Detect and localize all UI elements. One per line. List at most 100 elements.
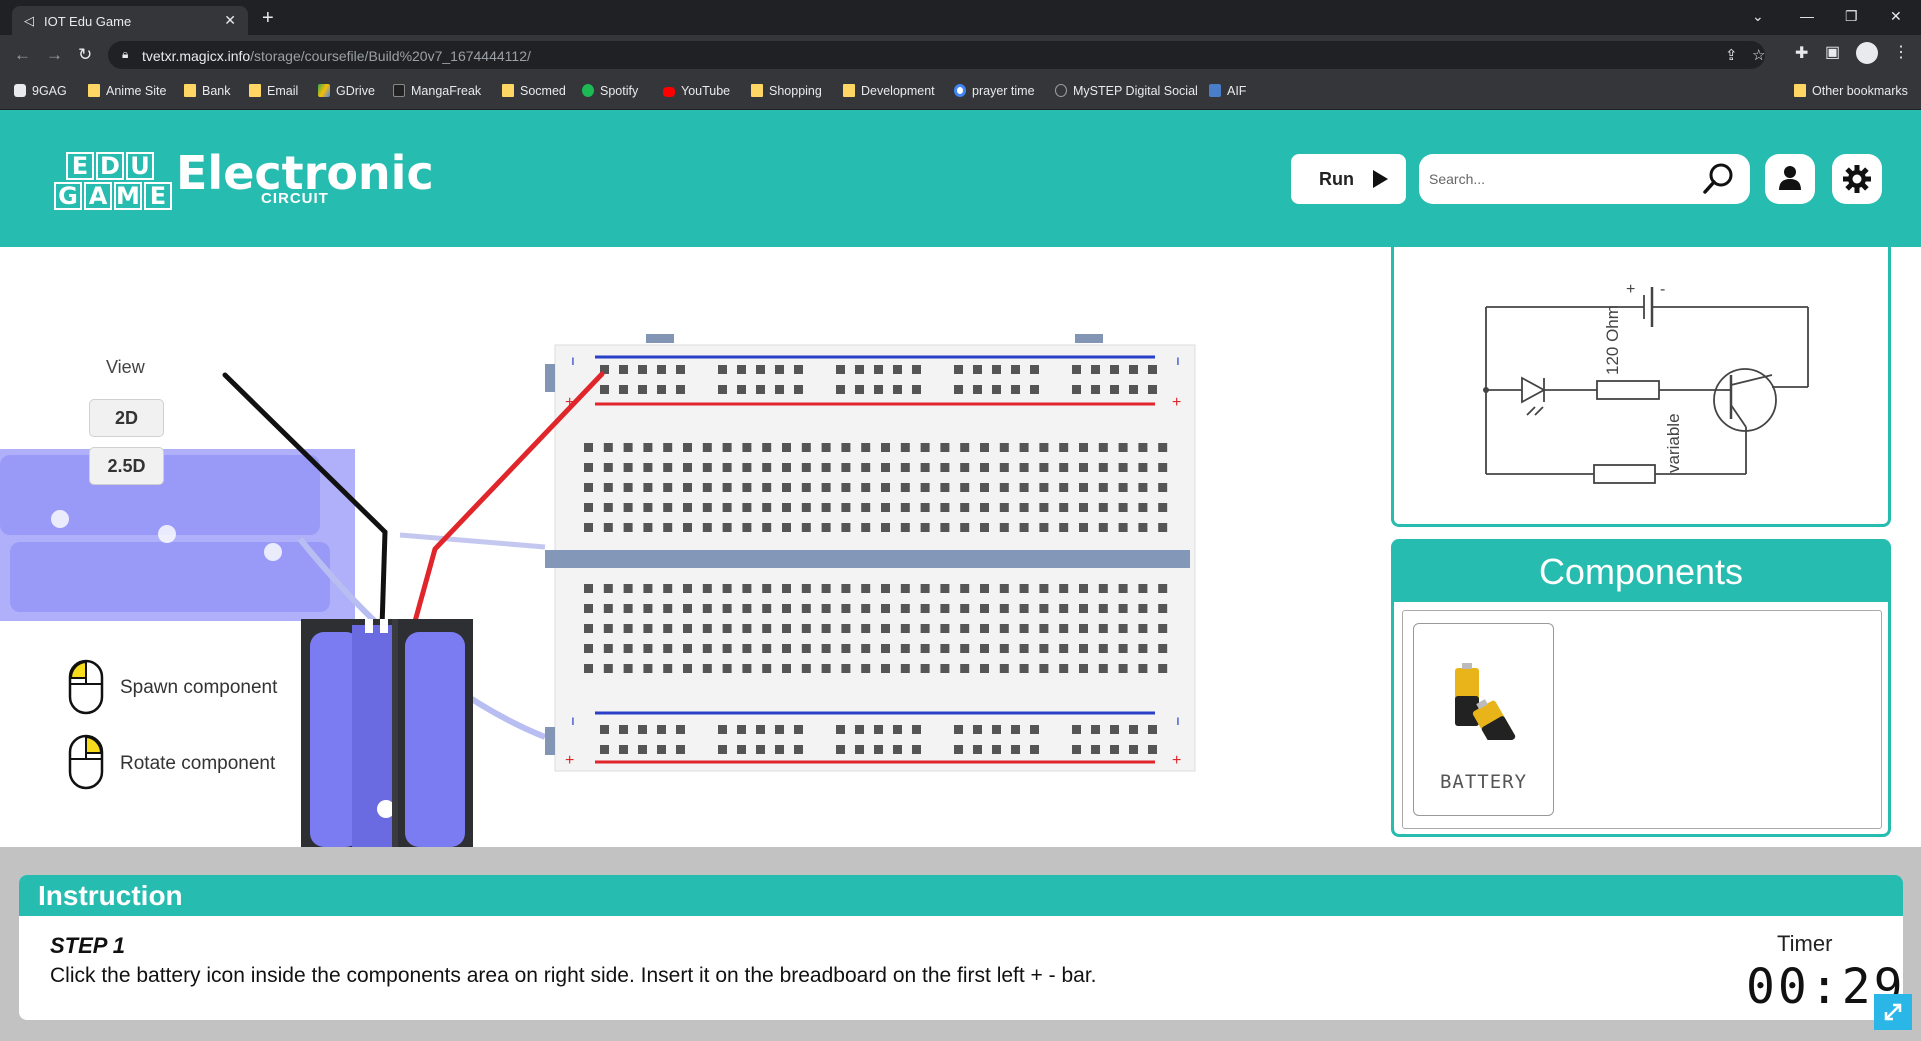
breadboard-hole[interactable] [1059, 584, 1069, 593]
breadboard-hole[interactable] [900, 483, 910, 492]
breadboard-hole[interactable] [676, 745, 685, 754]
breadboard-hole[interactable] [737, 365, 746, 374]
search-input[interactable] [1429, 168, 1689, 190]
breadboard-hole[interactable] [821, 644, 831, 653]
browser-tab[interactable]: ◁ IOT Edu Game ✕ [12, 6, 248, 35]
breadboard-hole[interactable] [600, 385, 609, 394]
breadboard-hole[interactable] [861, 584, 871, 593]
breadboard-hole[interactable] [782, 463, 791, 472]
new-tab-icon[interactable]: + [262, 7, 274, 30]
breadboard-hole[interactable] [861, 483, 871, 492]
breadboard-hole[interactable] [657, 725, 666, 734]
breadboard-hole[interactable] [603, 483, 613, 492]
extensions-icon[interactable]: ✚ [1795, 43, 1808, 63]
breadboard-hole[interactable] [920, 624, 930, 633]
breadboard-hole[interactable] [1011, 365, 1020, 374]
breadboard-hole[interactable] [855, 725, 864, 734]
breadboard-hole[interactable] [762, 604, 772, 613]
breadboard-hole[interactable] [762, 483, 772, 492]
breadboard-hole[interactable] [603, 463, 613, 472]
bookmark-email[interactable]: Email [249, 84, 298, 98]
breadboard-hole[interactable] [1019, 664, 1029, 673]
breadboard-hole[interactable] [940, 664, 950, 673]
breadboard-hole[interactable] [980, 664, 989, 673]
breadboard-hole[interactable] [973, 745, 982, 754]
breadboard-hole[interactable] [940, 584, 950, 593]
breadboard-hole[interactable] [893, 365, 902, 374]
breadboard-hole[interactable] [900, 604, 910, 613]
breadboard-hole[interactable] [742, 503, 752, 512]
breadboard-hole[interactable] [1030, 365, 1039, 374]
breadboard-hole[interactable] [782, 443, 791, 452]
breadboard-hole[interactable] [623, 443, 633, 452]
breadboard-hole[interactable] [801, 584, 811, 593]
breadboard-hole[interactable] [756, 725, 765, 734]
breadboard-hole[interactable] [980, 604, 989, 613]
breadboard-hole[interactable] [881, 523, 890, 532]
breadboard-hole[interactable] [722, 443, 732, 452]
breadboard-hole[interactable] [999, 503, 1009, 512]
breadboard-hole[interactable] [1098, 443, 1108, 452]
bookmark-star-icon[interactable]: ☆ [1752, 46, 1765, 64]
breadboard-hole[interactable] [1138, 483, 1148, 492]
breadboard-hole[interactable] [841, 664, 851, 673]
breadboard-hole[interactable] [1039, 443, 1049, 452]
breadboard-hole[interactable] [801, 463, 811, 472]
breadboard-hole[interactable] [663, 483, 673, 492]
breadboard-hole[interactable] [584, 664, 593, 673]
breadboard-hole[interactable] [1098, 664, 1108, 673]
breadboard-hole[interactable] [801, 483, 811, 492]
breadboard-hole[interactable] [657, 385, 666, 394]
breadboard-hole[interactable] [920, 523, 930, 532]
breadboard-hole[interactable] [893, 745, 902, 754]
breadboard-hole[interactable] [960, 624, 970, 633]
breadboard-hole[interactable] [1019, 523, 1029, 532]
breadboard-hole[interactable] [702, 624, 712, 633]
search-box[interactable] [1419, 154, 1750, 204]
breadboard-hole[interactable] [920, 644, 930, 653]
breadboard-hole[interactable] [1110, 385, 1119, 394]
breadboard-hole[interactable] [1158, 443, 1168, 452]
breadboard-hole[interactable] [722, 463, 732, 472]
breadboard-hole[interactable] [954, 385, 963, 394]
breadboard-hole[interactable] [999, 644, 1009, 653]
breadboard-hole[interactable] [722, 664, 732, 673]
breadboard-hole[interactable] [623, 463, 633, 472]
breadboard-hole[interactable] [940, 523, 950, 532]
breadboard-hole[interactable] [737, 725, 746, 734]
breadboard-hole[interactable] [980, 624, 989, 633]
breadboard-hole[interactable] [920, 503, 930, 512]
breadboard-hole[interactable] [912, 365, 921, 374]
breadboard-hole[interactable] [855, 745, 864, 754]
breadboard-hole[interactable] [836, 725, 845, 734]
breadboard-hole[interactable] [1079, 624, 1088, 633]
breadboard-hole[interactable] [1019, 624, 1029, 633]
breadboard-hole[interactable] [1129, 385, 1138, 394]
breadboard-hole[interactable] [584, 483, 593, 492]
breadboard-hole[interactable] [1110, 725, 1119, 734]
breadboard-hole[interactable] [603, 503, 613, 512]
breadboard-hole[interactable] [1098, 503, 1108, 512]
breadboard-hole[interactable] [999, 664, 1009, 673]
breadboard-hole[interactable] [794, 385, 803, 394]
breadboard-hole[interactable] [663, 584, 673, 593]
breadboard-hole[interactable] [794, 365, 803, 374]
breadboard-hole[interactable] [782, 483, 791, 492]
breadboard-hole[interactable] [1158, 584, 1168, 593]
fullscreen-button[interactable] [1874, 994, 1912, 1030]
breadboard-hole[interactable] [663, 463, 673, 472]
breadboard-hole[interactable] [742, 483, 752, 492]
breadboard-hole[interactable] [940, 644, 950, 653]
breadboard-hole[interactable] [861, 624, 871, 633]
bookmark-prayer-time[interactable]: prayer time [954, 84, 1035, 98]
tab-search-icon[interactable]: ⌄ [1752, 8, 1764, 25]
breadboard-hole[interactable] [1039, 463, 1049, 472]
breadboard-hole[interactable] [801, 604, 811, 613]
breadboard-hole[interactable] [999, 443, 1009, 452]
breadboard-hole[interactable] [801, 523, 811, 532]
breadboard-hole[interactable] [960, 443, 970, 452]
breadboard-hole[interactable] [836, 745, 845, 754]
breadboard-hole[interactable] [762, 523, 772, 532]
breadboard-hole[interactable] [718, 385, 727, 394]
breadboard-hole[interactable] [920, 604, 930, 613]
